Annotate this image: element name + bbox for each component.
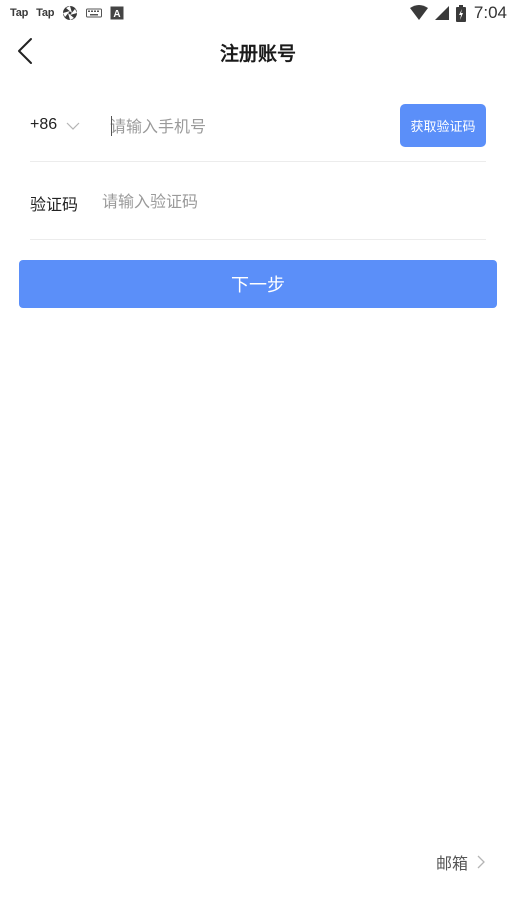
aperture-icon bbox=[62, 5, 78, 21]
email-link-label: 邮箱 bbox=[435, 854, 468, 873]
status-left-icons: Tap Tap A bbox=[10, 5, 124, 21]
page-title: 注册账号 bbox=[219, 43, 296, 65]
status-right-icons: 7:04 bbox=[409, 3, 507, 23]
tap-logo-icon: Tap bbox=[10, 7, 29, 19]
a-box-icon: A bbox=[110, 6, 124, 20]
tap-logo-icon: Tap bbox=[36, 7, 55, 19]
signal-icon bbox=[434, 5, 450, 21]
phone-row: +86 获取验证码 bbox=[30, 100, 486, 162]
text-cursor bbox=[111, 116, 112, 136]
chevron-right-icon bbox=[477, 855, 485, 869]
code-label: 验证码 bbox=[30, 195, 79, 214]
code-row: 验证码 bbox=[30, 163, 486, 240]
next-button[interactable]: 下一步 bbox=[19, 260, 497, 308]
keyboard-icon bbox=[86, 7, 103, 19]
wifi-icon bbox=[409, 5, 428, 21]
phone-input[interactable] bbox=[110, 110, 390, 142]
get-code-button[interactable]: 获取验证码 bbox=[400, 104, 486, 147]
register-page: Tap Tap A 7:04 注册账号 +86 请输入手机号 获取验证码 验证码… bbox=[0, 0, 516, 918]
chevron-down-icon[interactable] bbox=[66, 118, 80, 132]
country-code[interactable]: +86 bbox=[30, 116, 57, 134]
code-input[interactable] bbox=[102, 185, 402, 217]
header: 注册账号 bbox=[0, 30, 516, 74]
status-bar: Tap Tap A 7:04 bbox=[0, 0, 516, 26]
svg-text:A: A bbox=[114, 9, 121, 20]
clock-time: 7:04 bbox=[473, 3, 507, 22]
email-link[interactable]: 邮箱 bbox=[436, 850, 486, 874]
battery-icon bbox=[455, 4, 466, 22]
